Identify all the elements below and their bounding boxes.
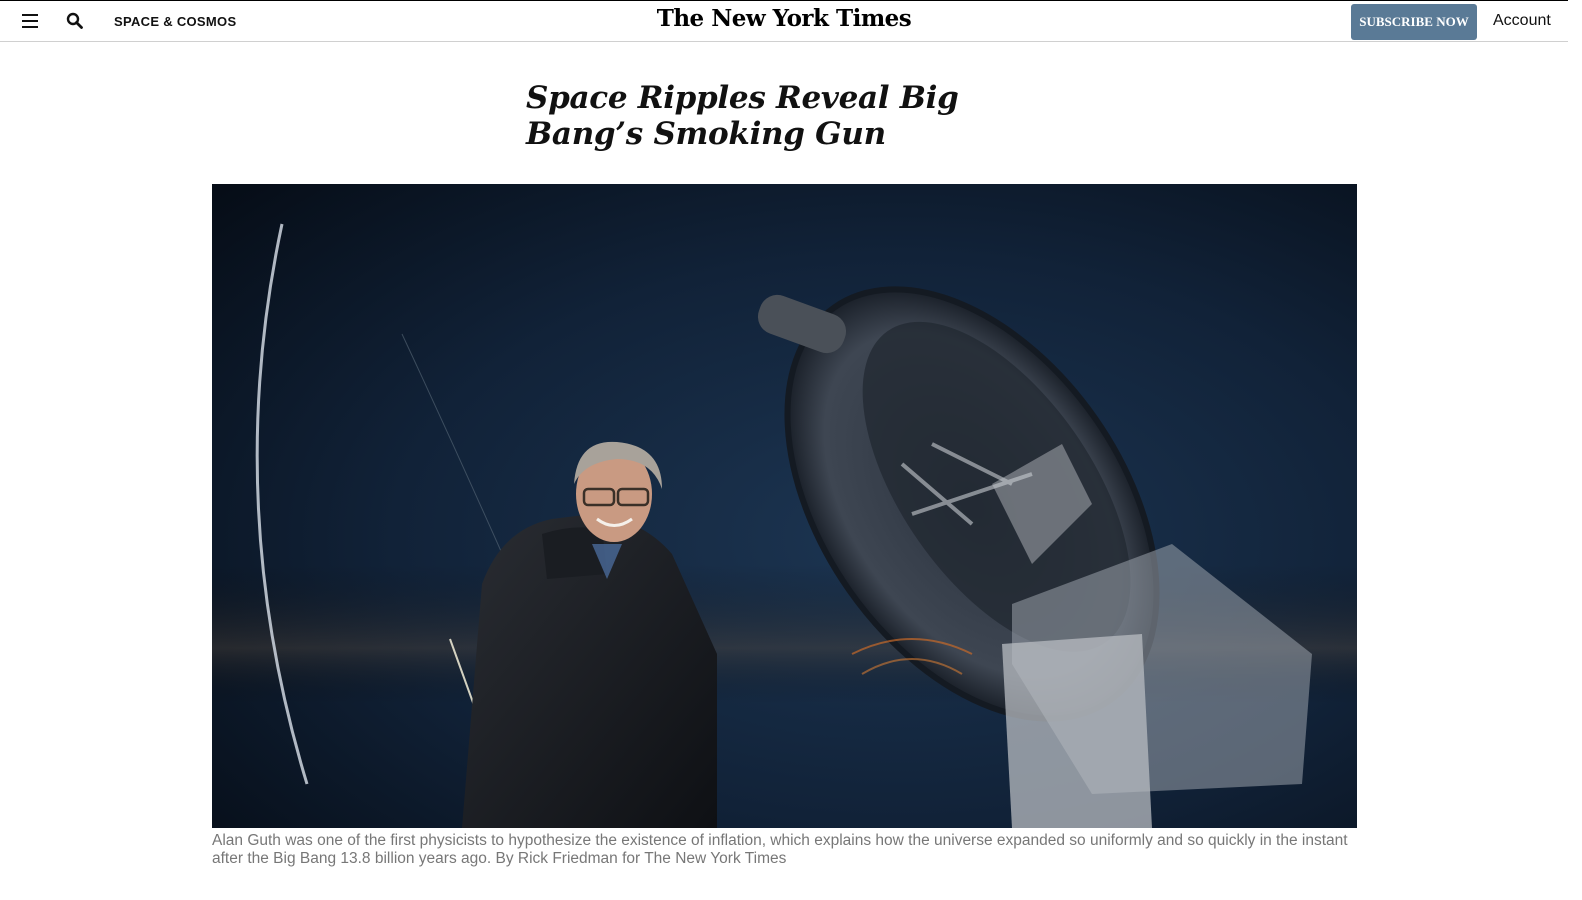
top-navigation-bar: SPACE & COSMOS The New York Times SUBSCR… <box>0 0 1568 42</box>
account-link[interactable]: Account <box>1493 12 1551 30</box>
hamburger-menu-icon[interactable] <box>22 14 38 28</box>
article-headline: Space Ripples Reveal Big Bang’s Smoking … <box>526 80 959 152</box>
photo-caption: Alan Guth was one of the first physicist… <box>212 832 1348 867</box>
search-icon[interactable] <box>66 12 84 30</box>
section-link[interactable]: SPACE & COSMOS <box>114 14 236 29</box>
subscribe-button[interactable]: SUBSCRIBE NOW <box>1351 4 1477 40</box>
nyt-logo[interactable]: The New York Times <box>657 5 912 32</box>
photo-illustration <box>212 184 1357 828</box>
lead-photo <box>212 184 1357 828</box>
